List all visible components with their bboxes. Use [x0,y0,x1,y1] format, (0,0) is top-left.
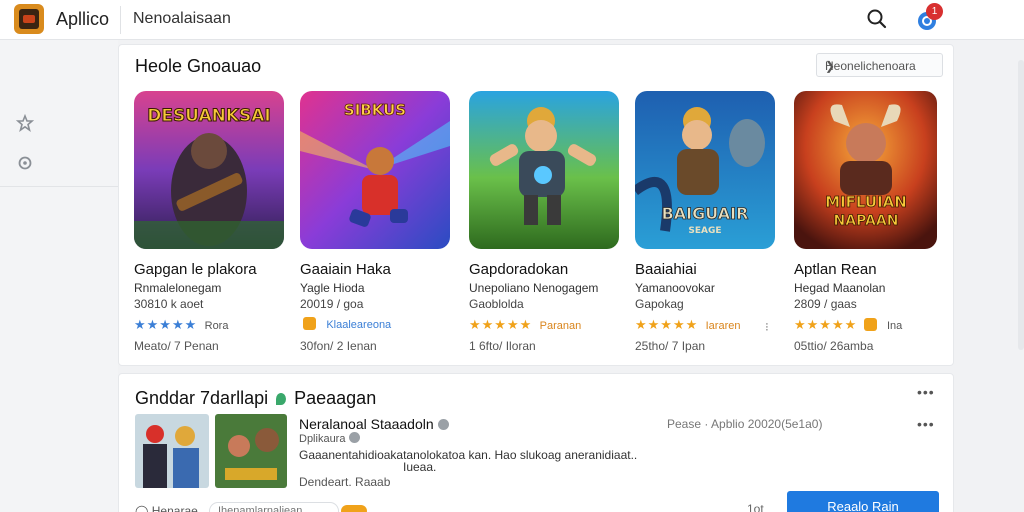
cover-subtitle-art: NAPAAN [834,213,899,229]
search-icon [867,9,887,29]
news-thumbnail[interactable] [135,414,209,488]
rating-chip-icon [303,317,316,330]
item-count: 1ot [747,502,764,512]
rating-stars: ★★★★★ [794,317,858,332]
logo-mark [19,9,39,29]
primary-action-button[interactable]: Reaalo Rain [787,491,939,512]
news-section: Gnddar 7darllapi Paeaagan ••• Neralanoal… [118,373,954,512]
featured-section: Heole Gnoauao Heonelichenoara ❯ DESUANKS… [118,44,954,366]
news-title-text: Neralanoal Staaadoln [299,416,434,432]
rating-stars: ★★★★★ [469,317,533,332]
game-price: 30fon/ 2 Ienan [300,339,377,353]
game-title[interactable]: Aptlan Rean [794,261,877,278]
cover-title-art: SIBKUS [344,101,406,119]
footer-label-text: Henarae [151,504,198,512]
news-author: Dplikaura [299,432,361,445]
sort-dropdown[interactable]: Heonelichenoara ❯ [816,53,943,77]
chevron-down-icon: ❯ [825,59,836,73]
game-cover-image[interactable]: MIFLUIAN NAPAAN [794,91,937,249]
game-meta: Gapokag [635,297,684,311]
news-date: Pease · Apblio 20020(5e1a0) [667,417,823,431]
cover-title-art: DESUANKSAI [147,106,271,126]
footer-label: ◯ Henarae [135,504,198,512]
app-logo[interactable] [14,4,44,34]
game-price: Meato/ 7 Penan [134,339,219,353]
news-author-text: Dplikaura [299,433,346,445]
game-rating: ★★★★★ Rora [134,317,228,333]
news-body-text: Gaaanentahidioakatanolokatoa kan. Hao sl… [299,448,638,462]
game-developer: Unepoliano Nenogagem [469,281,599,295]
verified-icon [437,419,449,430]
game-card[interactable]: DESUANKSAI Gapgan le plakora Rnmaleloneg… [134,91,294,361]
game-developer: Yagle Hioda [300,281,365,295]
game-cover-image[interactable]: DESUANKSAI [134,91,284,249]
rating-label: Ina [886,320,903,332]
sidebar-divider [0,186,118,187]
game-title[interactable]: Baaiahiai [635,261,697,278]
game-meta: 30810 k aoet [134,297,204,311]
game-title[interactable]: Gapgan le plakora [134,261,257,278]
game-card[interactable]: MIFLUIAN NAPAAN Aptlan Rean Hegad Maanol… [794,91,954,361]
game-rating: ★★★★★ Paranan [469,317,581,333]
game-card[interactable]: BAIGUAIR SEAGE Baaiahiai Yamanoovokar Ga… [635,91,795,361]
game-meta: Gaoblolda [469,297,524,311]
header-divider [120,6,121,34]
game-price: 05ttio/ 26amba [794,339,874,353]
game-rating: ★★★★★ Iararen [635,317,740,333]
rating-label: Klaaleareona [326,319,392,331]
news-body-tail: Iueaa. [403,460,437,474]
more-icon[interactable]: ⁝ [765,320,769,334]
game-developer: Hegad Maanolan [794,281,886,295]
news-title[interactable]: Neralanoal Staaadoln [299,416,449,432]
section-title-part: Gnddar 7darllapi [135,388,269,408]
coin-icon [341,505,367,512]
game-rating: Klaaleareona [300,317,391,333]
sidebar-item-star[interactable] [15,113,35,132]
page-title: Nenoalaisaan [133,10,231,27]
rating-label: Iararen [705,320,741,332]
game-cover-image[interactable] [469,91,619,249]
game-meta: 2809 / gaas [794,297,857,311]
section-title: Heole Gnoauao [135,56,262,76]
game-price: 25tho/ 7 Ipan [635,339,706,353]
cover-title-art: MIFLUIAN [825,193,907,211]
game-developer: Rnmalelonegam [134,281,222,295]
rating-stars: ★★★★★ [134,317,198,332]
game-title[interactable]: Gapdoradokan [469,261,568,278]
rating-label: Rora [204,320,229,332]
notification-badge: 1 [926,3,943,20]
app-name[interactable]: Apllico [56,9,109,30]
more-options-icon[interactable]: ••• [917,384,935,400]
sidebar-item-settings[interactable] [16,154,34,172]
game-card[interactable]: Gapdoradokan Unepoliano Nenogagem Gaoblo… [469,91,629,361]
pin-icon [276,393,287,405]
rating-stars: ★★★★★ [635,317,699,332]
settings-icon [18,156,32,170]
sidebar [0,40,118,512]
cover-subtitle-art: SEAGE [688,226,721,236]
verified-icon [349,432,361,443]
game-price: 1 6fto/ Iloran [469,339,536,353]
tag-input[interactable] [209,502,339,512]
search-button[interactable] [864,6,890,32]
cover-title-art: BAIGUAIR [662,204,749,223]
game-rating: ★★★★★ Ina [794,317,902,333]
game-card[interactable]: SIBKUS Gaaiain Haka Yagle Hioda 20019 / … [300,91,460,361]
rating-chip-icon [863,318,877,331]
game-developer: Yamanoovokar [635,281,715,295]
section-title: Gnddar 7darllapi Paeaagan [135,388,376,409]
game-cover-image[interactable]: SIBKUS [300,91,450,249]
scrollbar[interactable] [1018,60,1024,350]
game-cover-image[interactable]: BAIGUAIR SEAGE [635,91,775,249]
read-more-link[interactable]: Dendeart. Raaab [299,475,390,489]
game-title[interactable]: Gaaiain Haka [300,261,391,278]
section-title-part: Paeaagan [294,388,377,408]
more-options-icon[interactable]: ••• [917,416,935,432]
news-thumbnail[interactable] [215,414,287,488]
star-icon [15,113,35,132]
top-bar: Apllico Nenoalaisaan 1 [0,0,1024,40]
news-body: Gaaanentahidioakatanolokatoa kan. Hao sl… [299,449,659,473]
rating-label: Paranan [539,320,582,332]
game-meta: 20019 / goa [300,297,364,311]
